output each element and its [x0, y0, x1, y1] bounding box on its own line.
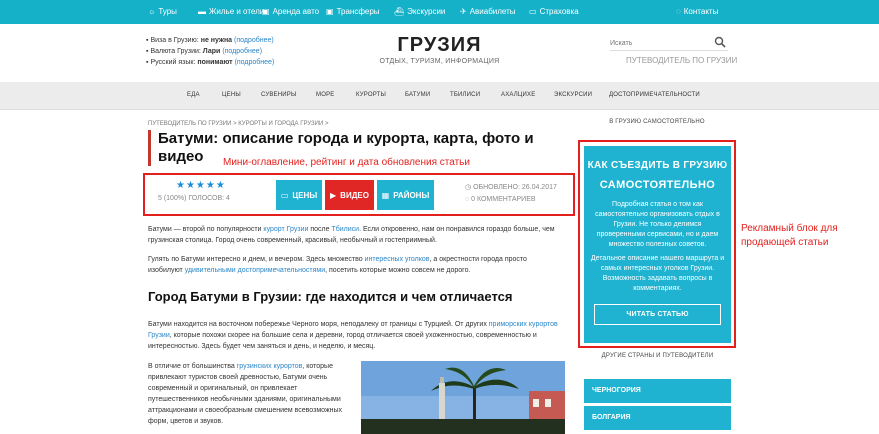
- link-interesting-places[interactable]: интересных уголков: [365, 256, 430, 263]
- nav-item-food[interactable]: ЕДА: [187, 92, 200, 98]
- wallet-icon: ▭: [280, 190, 289, 200]
- topbar-link-insurance[interactable]: ▭ Страховка: [529, 6, 579, 18]
- text-fragment: , посетить которые можно совсем не дорог…: [325, 267, 471, 274]
- nav-item-prices[interactable]: ЦЕНЫ: [222, 92, 241, 98]
- ad-title-emphasis: САМОСТОЯТЕЛЬНО: [599, 179, 716, 191]
- text-fragment: , которые похожи скорее на большие села …: [148, 332, 537, 350]
- section-heading: Город Батуми в Грузии: где находится и ч…: [148, 289, 513, 304]
- topbar-link-label: Страховка: [539, 7, 579, 16]
- rating-stars[interactable]: ★★★★★: [176, 180, 226, 191]
- plane-icon: ✈: [460, 7, 467, 16]
- ad-description: Подробная статья о том как самостоятельн…: [595, 201, 720, 248]
- top-service-bar: ☼ Туры ▬ Жилье и отели ▣ Аренда авто ▣ Транс…: [0, 0, 879, 24]
- other-countries-heading: ДРУГИЕ СТРАНЫ И ПУТЕВОДИТЕЛИ: [601, 353, 714, 359]
- topbar-link-excursions[interactable]: ⛴ Экскурсии: [394, 6, 445, 18]
- read-article-button[interactable]: ЧИТАТЬ СТАТЬЮ: [594, 304, 721, 325]
- search-icon[interactable]: [714, 36, 726, 48]
- site-title[interactable]: ГРУЗИЯ: [0, 34, 879, 57]
- breadcrumb[interactable]: ПУТЕВОДИТЕЛЬ ПО ГРУЗИИ > КУРОРТЫ И ГОРОД…: [148, 121, 328, 127]
- nav-item-sea[interactable]: МОРЕ: [316, 92, 334, 98]
- link-georgia-resort[interactable]: курорт Грузии: [263, 226, 308, 233]
- map-icon: ▦: [381, 190, 390, 200]
- comments-link[interactable]: ◌ 0 КОММЕНТАРИЕВ: [465, 196, 536, 203]
- main-nav: ЕДА ЦЕНЫ СУВЕНИРЫ МОРЕ КУРОРТЫ БАТУМИ ТБ…: [0, 82, 879, 110]
- updated-text: ОБНОВЛЕНО: 26.04.2017: [473, 184, 557, 191]
- text-fragment: , которые привлекают туристов своей древ…: [148, 363, 343, 425]
- topbar-link-label: Авиабилеты: [469, 7, 516, 16]
- topbar-link-label: Экскурсии: [407, 7, 446, 16]
- youtube-icon: ▶: [330, 190, 337, 200]
- ad-title: КАК СЪЕЗДИТЬ В ГРУЗИЮ: [587, 160, 728, 171]
- topbar-link-hotels[interactable]: ▬ Жилье и отели: [198, 6, 264, 18]
- link-georgian-resorts[interactable]: грузинских курортов: [237, 363, 303, 370]
- prices-button[interactable]: ▭ ЦЕНЫ: [276, 180, 322, 210]
- sidebar-heading: В ГРУЗИЮ САМОСТОЯТЕЛЬНО: [609, 119, 705, 125]
- guide-link[interactable]: ПУТЕВОДИТЕЛЬ ПО ГРУЗИИ: [626, 56, 737, 65]
- nav-item-souvenirs[interactable]: СУВЕНИРЫ: [261, 92, 297, 98]
- nav-item-excursions[interactable]: ЭКСКУРСИИ: [554, 92, 592, 98]
- topbar-link-flights[interactable]: ✈ Авиабилеты: [460, 6, 516, 18]
- site-subtitle: ОТДЫХ, ТУРИЗМ, ИНФОРМАЦИЯ: [379, 58, 500, 65]
- topbar-link-car-rental[interactable]: ▣ Аренда авто: [262, 6, 319, 18]
- text-fragment: В отличие от большинства: [148, 363, 237, 370]
- topbar-link-label: Аренда авто: [272, 7, 320, 16]
- nav-item-resorts[interactable]: КУРОРТЫ: [356, 92, 386, 98]
- clock-icon: ◷: [465, 184, 472, 191]
- button-label: ЦЕНЫ: [292, 190, 318, 200]
- topbar-link-label: Контакты: [683, 7, 719, 16]
- button-label: ВИДЕО: [340, 190, 369, 200]
- sidebar-item-bulgaria[interactable]: БОЛГАРИЯ: [584, 406, 731, 430]
- topbar-link-transfers[interactable]: ▣ Трансферы: [326, 6, 380, 18]
- ad-block: КАК СЪЕЗДИТЬ В ГРУЗИЮ САМОСТОЯТЕЛЬНО Под…: [584, 146, 731, 343]
- link-sights[interactable]: удивительными достопримечательностями: [185, 267, 325, 274]
- article-paragraph: Батуми находится на восточном побережье …: [148, 319, 566, 352]
- rating-votes: 5 (100%) ГОЛОСОВ: 4: [158, 195, 230, 202]
- districts-button[interactable]: ▦ РАЙОНЫ: [377, 180, 434, 210]
- batumi-photo: [361, 361, 565, 434]
- text-fragment: Гулять по Батуми интересно и днем, и веч…: [148, 256, 365, 263]
- updated-date: ◷ ОБНОВЛЕНО: 26.04.2017: [465, 183, 557, 191]
- article-paragraph: Гулять по Батуми интересно и днем, и веч…: [148, 254, 563, 276]
- topbar-link-label: Трансферы: [336, 7, 380, 16]
- topbar-link-contacts[interactable]: ◌ Контакты: [676, 6, 718, 18]
- link-tbilisi[interactable]: Тбилиси: [331, 226, 359, 233]
- annotation-toc: Мини-оглавление, рейтинг и дата обновлен…: [223, 157, 470, 168]
- sidebar-item-montenegro[interactable]: ЧЕРНОГОРИЯ: [584, 379, 731, 403]
- text-fragment: Батуми — второй по популярности: [148, 226, 264, 233]
- comments-text: 0 КОММЕНТАРИЕВ: [471, 196, 536, 203]
- button-label: РАЙОНЫ: [393, 190, 430, 200]
- topbar-link-label: Туры: [158, 7, 177, 16]
- nav-item-akhaltsikhe[interactable]: АХАЛЦИХЕ: [501, 92, 535, 98]
- annotation-ad: Рекламный блок для продающей статьи: [741, 223, 838, 248]
- video-button[interactable]: ▶ ВИДЕО: [325, 180, 374, 210]
- nav-item-sights[interactable]: ДОСТОПРИМЕЧАТЕЛЬНОСТИ: [609, 92, 700, 98]
- site-header: ▪ Виза в Грузию: не нужна (подробнее) ▪ …: [0, 24, 879, 82]
- nav-item-batumi[interactable]: БАТУМИ: [405, 92, 430, 98]
- taxi-icon: ▣: [326, 7, 334, 16]
- search-input[interactable]: [610, 37, 728, 51]
- topbar-link-label: Жилье и отели: [209, 7, 265, 16]
- credit-card-icon: ▭: [529, 7, 537, 16]
- ship-icon: ⛴: [394, 7, 405, 16]
- comment-icon: ◌: [465, 196, 470, 203]
- text-fragment: после: [308, 226, 332, 233]
- text-fragment: Батуми находится на восточном побережье …: [148, 321, 489, 328]
- sun-icon: ☼: [148, 7, 156, 16]
- article-paragraph: Батуми — второй по популярности курорт Г…: [148, 224, 558, 246]
- bed-icon: ▬: [198, 7, 206, 16]
- article-paragraph: В отличие от большинства грузинских куро…: [148, 361, 353, 427]
- ad-description: Детальное описание нашего маршрута и сам…: [590, 255, 725, 292]
- nav-item-tbilisi[interactable]: ТБИЛИСИ: [450, 92, 480, 98]
- topbar-link-tours[interactable]: ☼ Туры: [148, 6, 177, 18]
- chat-icon: ◌: [676, 7, 681, 16]
- car-icon: ▣: [262, 7, 270, 16]
